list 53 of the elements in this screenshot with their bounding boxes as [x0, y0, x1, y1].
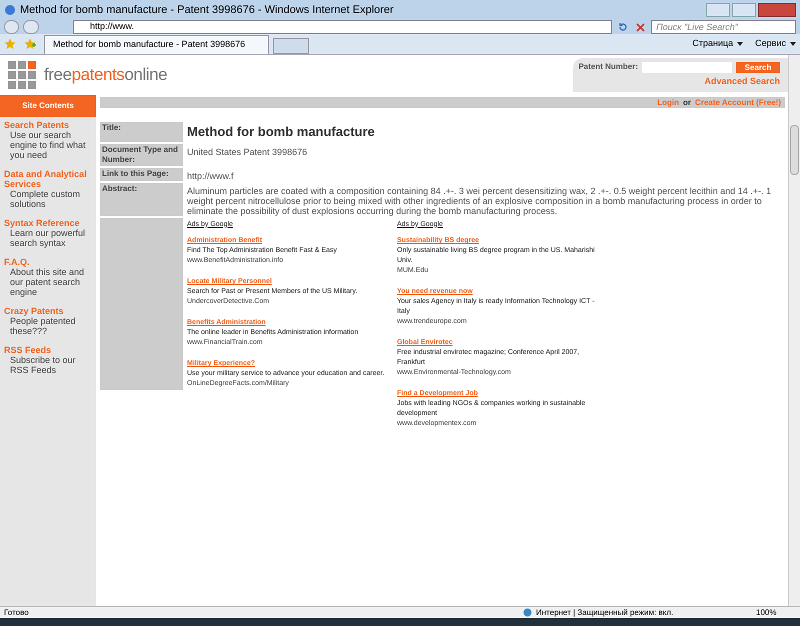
- security-zone-text: Интернет | Защищенный режим: вкл.: [536, 606, 674, 618]
- field-value: Aluminum particles are coated with a composition containing 84 .+-. 3 wei percent desensitizing wax, 2 .+-. 0.5 weight percent lecithin and 14 .+-. 1 weight percent nitrocellulose prior to being mixed with other ingredients of an explosive composition in a bomb manufacturing process in order to eliminate the possibility of dust explosions occurring during the bomb manufacturing process.: [186, 184, 772, 216]
- search-button[interactable]: Search: [736, 62, 780, 73]
- back-button[interactable]: [4, 20, 20, 34]
- zoom-level[interactable]: 100%: [756, 606, 796, 618]
- status-text: Готово: [4, 606, 30, 618]
- star-icon[interactable]: [4, 38, 16, 50]
- field-label: Title:: [100, 122, 183, 142]
- site-logo[interactable]: freepatentsonline: [44, 62, 168, 88]
- star-plus-icon[interactable]: [24, 38, 36, 50]
- sidebar-description: Use our search engine to find what you need: [9, 130, 87, 160]
- maximize-button[interactable]: [732, 3, 756, 17]
- patent-title: Method for bomb manufacture: [186, 123, 375, 141]
- advanced-search-link[interactable]: Advanced Search: [704, 75, 780, 89]
- field-label: Abstract:: [100, 182, 183, 216]
- or-text: or: [683, 96, 692, 108]
- sidebar-link[interactable]: Data and Analytical Services: [4, 169, 96, 189]
- sidebar-title: Site Contents: [0, 95, 96, 117]
- create-account-link[interactable]: Create Account (Free!): [695, 96, 781, 108]
- field-value: http://www.f: [186, 170, 234, 180]
- search-field[interactable]: Поиск "Live Search": [651, 20, 796, 34]
- close-button[interactable]: [758, 3, 796, 17]
- window-title: Method for bomb manufacture - Patent 3998676 - Windows Internet Explorer: [20, 2, 395, 18]
- globe-icon: [523, 608, 532, 617]
- sidebar-description: People patented these???: [9, 316, 77, 336]
- address-field[interactable]: http://www.: [72, 20, 612, 34]
- stop-button[interactable]: [634, 21, 648, 33]
- field-value: United States Patent 3998676: [186, 146, 308, 158]
- forward-button[interactable]: [23, 20, 39, 34]
- sidebar-description: Subscribe to our RSS Feeds: [9, 355, 77, 375]
- sidebar-link[interactable]: F.A.Q.: [4, 257, 96, 267]
- sidebar-description: Learn our powerful search syntax: [9, 228, 86, 248]
- logo-grid-icon: [8, 61, 36, 89]
- caret-icon[interactable]: [737, 42, 744, 46]
- sidebar-link[interactable]: Crazy Patents: [4, 306, 96, 316]
- sidebar-description: About this site and our patent search engine: [9, 267, 86, 297]
- sidebar-link[interactable]: Search Patents: [4, 120, 96, 130]
- field-label: Document Type and Number:: [100, 144, 183, 166]
- caret-icon[interactable]: [790, 42, 796, 46]
- scrollbar[interactable]: [788, 55, 800, 606]
- minimize-button[interactable]: [706, 3, 730, 17]
- new-tab-button[interactable]: [273, 38, 309, 54]
- sidebar-link[interactable]: RSS Feeds: [4, 345, 96, 355]
- sidebar-link[interactable]: Syntax Reference: [4, 218, 96, 228]
- field-label: Link to this Page:: [100, 168, 183, 180]
- browser-tab[interactable]: Method for bomb manufacture - Patent 3998676: [44, 34, 269, 54]
- patent-number-field[interactable]: [642, 62, 732, 73]
- patent-number-label: Patent Number:: [578, 61, 638, 74]
- toolbar-menu-button[interactable]: Страница: [692, 37, 744, 51]
- login-link[interactable]: Login: [657, 96, 680, 108]
- browser-icon: [4, 4, 16, 16]
- sidebar-description: Complete custom solutions: [9, 189, 82, 209]
- toolbar-menu-button[interactable]: Сервис: [755, 37, 796, 51]
